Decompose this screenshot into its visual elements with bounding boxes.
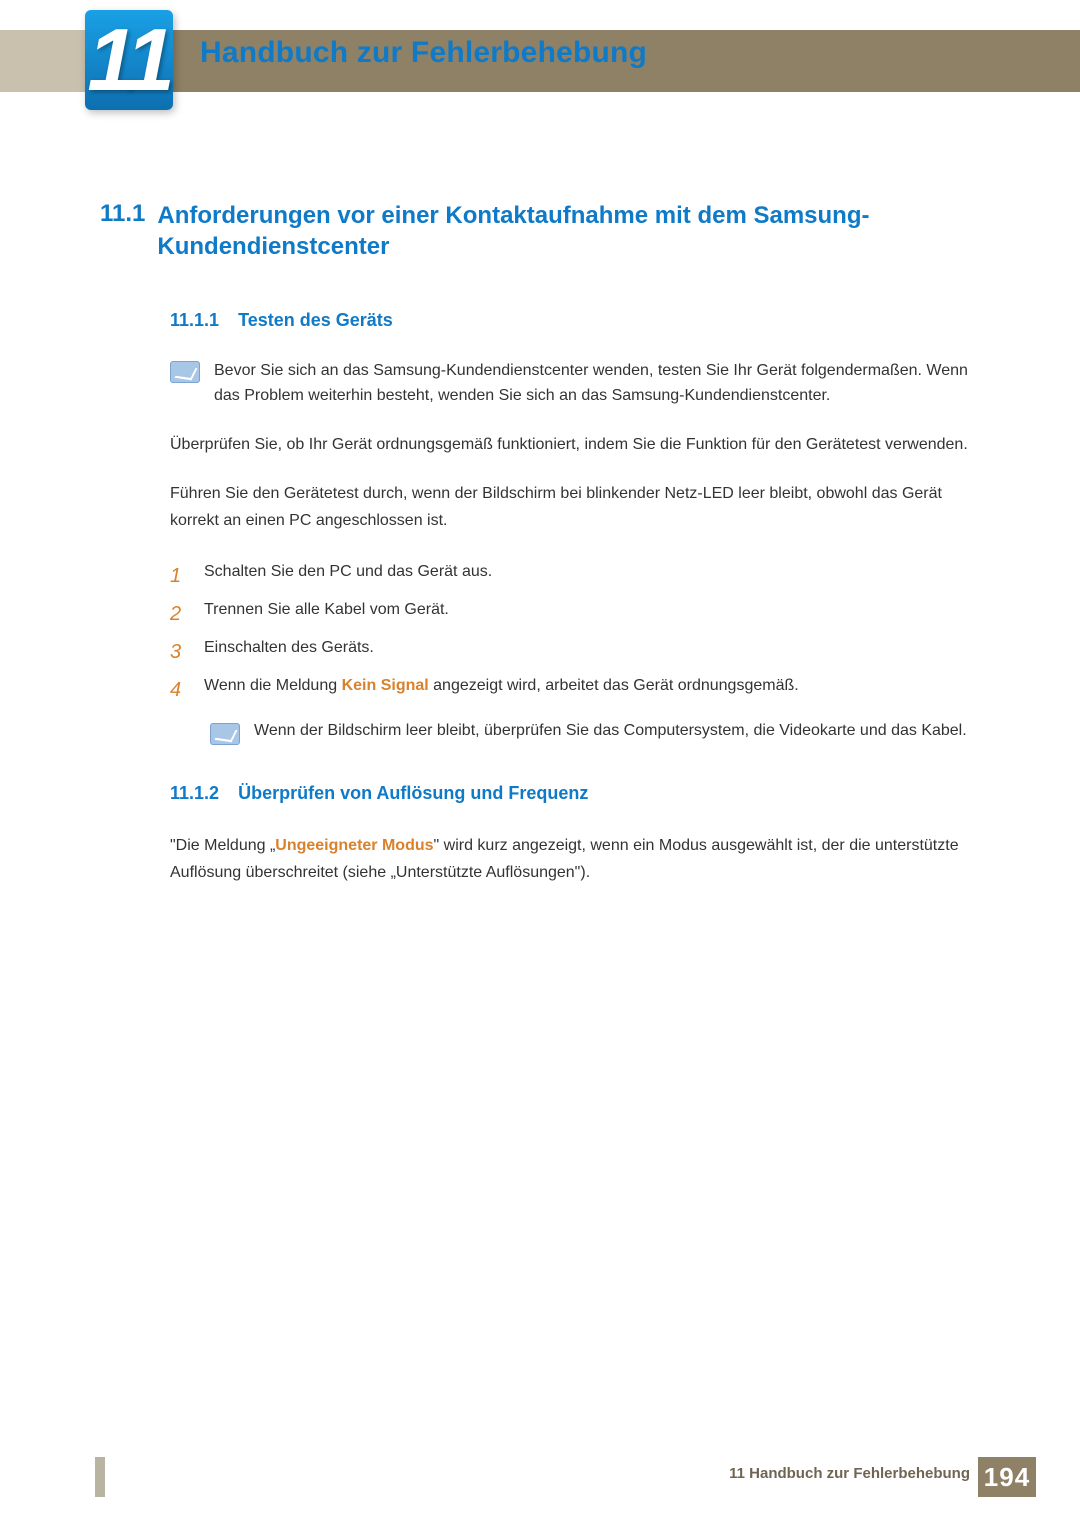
paragraph: Führen Sie den Gerätetest durch, wenn de… — [170, 480, 980, 534]
subsection-2-heading: 11.1.2 Überprüfen von Auflösung und Freq… — [170, 783, 980, 804]
page-footer: 11 Handbuch zur Fehlerbehebung 194 — [0, 1457, 1080, 1497]
step-note-block: Wenn der Bildschirm leer bleibt, überprü… — [210, 719, 980, 745]
footer-accent — [95, 1457, 105, 1497]
note-text: Wenn der Bildschirm leer bleibt, überprü… — [254, 719, 967, 745]
subsection-1-title: Testen des Geräts — [238, 310, 393, 330]
step-number: 2 — [170, 595, 190, 633]
section-heading: 11.1 Anforderungen vor einer Kontaktaufn… — [100, 200, 980, 262]
step-item: 1 Schalten Sie den PC und das Gerät aus. — [170, 557, 980, 595]
step-text: Schalten Sie den PC und das Gerät aus. — [204, 557, 492, 595]
section-number: 11.1 — [100, 200, 145, 262]
step-item: 2 Trennen Sie alle Kabel vom Gerät. — [170, 595, 980, 633]
paragraph: "Die Meldung „Ungeeigneter Modus" wird k… — [170, 832, 980, 886]
page: 11 Handbuch zur Fehlerbehebung 11.1 Anfo… — [0, 0, 1080, 1527]
subsection-2-title: Überprüfen von Auflösung und Frequenz — [238, 783, 588, 803]
footer-page-number: 194 — [978, 1457, 1036, 1497]
highlight-text: Ungeeigneter Modus — [275, 837, 433, 854]
step-item: 3 Einschalten des Geräts. — [170, 633, 980, 671]
note-text: Bevor Sie sich an das Samsung-Kundendien… — [214, 359, 980, 409]
content-area: 11.1 Anforderungen vor einer Kontaktaufn… — [100, 200, 980, 908]
paragraph: Überprüfen Sie, ob Ihr Gerät ordnungsgem… — [170, 431, 980, 458]
para-pre: "Die Meldung „ — [170, 837, 275, 854]
step-number: 3 — [170, 633, 190, 671]
step-number: 1 — [170, 557, 190, 595]
step-text: Trennen Sie alle Kabel vom Gerät. — [204, 595, 449, 633]
highlight-text: Kein Signal — [342, 677, 429, 694]
subsection-1-number: 11.1.1 — [170, 310, 219, 330]
chapter-number: 11 — [87, 20, 170, 99]
note-icon — [210, 723, 240, 745]
ordered-steps: 1 Schalten Sie den PC und das Gerät aus.… — [170, 557, 980, 745]
step-text: Einschalten des Geräts. — [204, 633, 374, 671]
note-icon — [170, 361, 200, 383]
chapter-badge: 11 — [85, 10, 173, 110]
subsection-1-heading: 11.1.1 Testen des Geräts — [170, 310, 980, 331]
step-number: 4 — [170, 671, 190, 709]
section-title: Anforderungen vor einer Kontaktaufnahme … — [157, 200, 980, 262]
step-text: Wenn die Meldung Kein Signal angezeigt w… — [204, 671, 799, 709]
note-block: Bevor Sie sich an das Samsung-Kundendien… — [170, 359, 980, 409]
step-item: 4 Wenn die Meldung Kein Signal angezeigt… — [170, 671, 980, 709]
subsection-2-number: 11.1.2 — [170, 783, 219, 803]
step-text-post: angezeigt wird, arbeitet das Gerät ordnu… — [429, 677, 799, 694]
chapter-title: Handbuch zur Fehlerbehebung — [200, 36, 647, 70]
footer-text: 11 Handbuch zur Fehlerbehebung — [729, 1465, 970, 1482]
step-text-pre: Wenn die Meldung — [204, 677, 342, 694]
